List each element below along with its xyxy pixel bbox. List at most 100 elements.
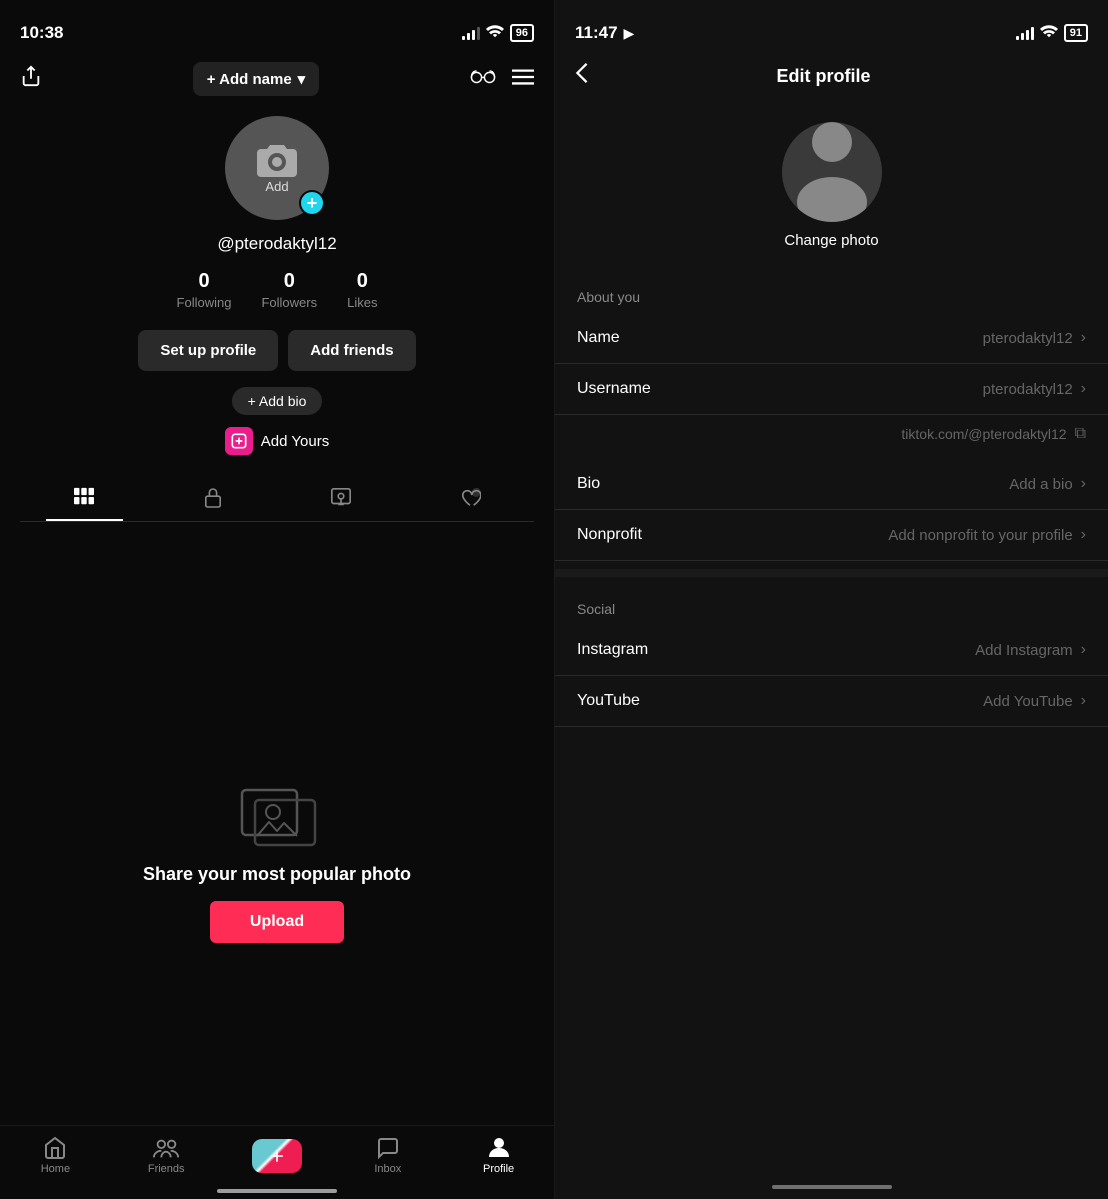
social-section-label: Social xyxy=(555,585,1108,625)
profile-icon xyxy=(487,1136,511,1160)
tab-videos[interactable] xyxy=(20,475,149,521)
instagram-field-row[interactable]: Instagram Add Instagram › xyxy=(555,625,1108,676)
time-left: 10:38 xyxy=(20,23,63,43)
bio-field-value-group: Add a bio › xyxy=(1009,475,1086,493)
name-field-label: Name xyxy=(577,329,620,347)
signal-icon xyxy=(462,26,480,40)
username-chevron-icon: › xyxy=(1081,380,1086,398)
home-indicator-right xyxy=(772,1185,892,1189)
status-icons-right: 91 xyxy=(1016,24,1088,42)
add-friends-button[interactable]: Add friends xyxy=(288,330,415,371)
nonprofit-field-value-group: Add nonprofit to your profile › xyxy=(888,526,1086,544)
username-display: @pterodaktyl12 xyxy=(217,234,336,254)
youtube-field-value: Add YouTube xyxy=(983,693,1073,710)
share-button[interactable] xyxy=(20,65,42,93)
content-tabs xyxy=(20,475,534,522)
tab-tagged[interactable] xyxy=(277,475,406,521)
add-name-button[interactable]: + Add name ▾ xyxy=(193,62,319,96)
add-yours-row[interactable]: Add Yours xyxy=(225,427,329,455)
photo-placeholder-icon xyxy=(237,778,317,848)
tiktok-url-text: tiktok.com/@pterodaktyl12 xyxy=(901,426,1066,442)
youtube-field-value-group: Add YouTube › xyxy=(983,692,1086,710)
status-bar-left: 10:38 96 xyxy=(0,0,554,52)
left-panel: 10:38 96 + Add name xyxy=(0,0,554,1199)
wifi-icon xyxy=(486,25,504,42)
add-photo-badge[interactable]: + xyxy=(299,190,325,216)
stats-row: 0 Following 0 Followers 0 Likes xyxy=(177,270,378,310)
nav-inbox-label: Inbox xyxy=(374,1163,401,1175)
upload-button[interactable]: Upload xyxy=(210,901,344,943)
nav-profile[interactable]: Profile xyxy=(469,1136,529,1175)
nonprofit-chevron-icon: › xyxy=(1081,526,1086,544)
top-nav-right: Edit profile xyxy=(555,52,1108,106)
glasses-icon-button[interactable] xyxy=(470,65,496,93)
friends-icon xyxy=(152,1136,180,1160)
menu-button[interactable] xyxy=(512,66,534,92)
about-section-label: About you xyxy=(555,273,1108,313)
back-button[interactable] xyxy=(575,62,589,90)
nav-home[interactable]: Home xyxy=(25,1136,85,1175)
status-icons-left: 96 xyxy=(462,24,534,42)
name-field-row[interactable]: Name pterodaktyl12 › xyxy=(555,313,1108,364)
battery-icon: 96 xyxy=(510,24,534,42)
home-icon xyxy=(43,1136,67,1160)
person-silhouette-icon xyxy=(782,122,882,222)
youtube-field-row[interactable]: YouTube Add YouTube › xyxy=(555,676,1108,727)
lock-icon xyxy=(204,487,222,509)
add-photo-label: Add xyxy=(265,179,288,194)
nav-create[interactable] xyxy=(247,1139,307,1173)
bio-chevron-icon: › xyxy=(1081,475,1086,493)
bio-field-value: Add a bio xyxy=(1009,476,1072,493)
bio-field-label: Bio xyxy=(577,475,600,493)
empty-content: Share your most popular photo Upload xyxy=(0,522,554,1199)
empty-content-title: Share your most popular photo xyxy=(143,864,411,885)
instagram-chevron-icon: › xyxy=(1081,641,1086,659)
avatar-edit-section: Change photo xyxy=(555,106,1108,273)
page-title-right: Edit profile xyxy=(777,66,871,87)
action-buttons: Set up profile Add friends xyxy=(138,330,415,371)
nav-friends[interactable]: Friends xyxy=(136,1136,196,1175)
heart-icon xyxy=(459,487,481,507)
username-field-value: pterodaktyl12 xyxy=(983,381,1073,398)
setup-profile-button[interactable]: Set up profile xyxy=(138,330,278,371)
avatar-container[interactable]: Add + xyxy=(225,116,329,220)
nav-friends-label: Friends xyxy=(148,1163,185,1175)
add-yours-icon xyxy=(225,427,253,455)
tab-liked[interactable] xyxy=(406,475,535,521)
change-photo-label[interactable]: Change photo xyxy=(784,232,878,249)
tiktok-url-row[interactable]: tiktok.com/@pterodaktyl12 ⧉ xyxy=(555,415,1108,459)
instagram-field-value-group: Add Instagram › xyxy=(975,641,1086,659)
followers-label: Followers xyxy=(261,295,317,310)
avatar-edit[interactable] xyxy=(782,122,882,222)
instagram-field-value: Add Instagram xyxy=(975,642,1073,659)
username-field-row[interactable]: Username pterodaktyl12 › xyxy=(555,364,1108,415)
likes-count: 0 xyxy=(357,270,368,293)
grid-icon xyxy=(73,487,95,507)
top-nav-left: + Add name ▾ xyxy=(0,52,554,106)
create-button[interactable] xyxy=(252,1139,302,1173)
bio-field-row[interactable]: Bio Add a bio › xyxy=(555,459,1108,510)
likes-stat[interactable]: 0 Likes xyxy=(347,270,377,310)
following-count: 0 xyxy=(198,270,209,293)
time-right: 11:47 xyxy=(575,23,618,43)
bottom-nav: Home Friends Inbox xyxy=(0,1125,554,1199)
youtube-field-label: YouTube xyxy=(577,692,640,710)
chevron-down-icon: ▾ xyxy=(298,70,306,88)
home-indicator-left xyxy=(217,1189,337,1193)
nonprofit-field-row[interactable]: Nonprofit Add nonprofit to your profile … xyxy=(555,510,1108,561)
following-stat[interactable]: 0 Following xyxy=(177,270,232,310)
copy-icon[interactable]: ⧉ xyxy=(1075,425,1086,443)
nav-inbox[interactable]: Inbox xyxy=(358,1136,418,1175)
followers-count: 0 xyxy=(284,270,295,293)
name-field-value: pterodaktyl12 xyxy=(983,330,1073,347)
tab-locked[interactable] xyxy=(149,475,278,521)
name-field-value-group: pterodaktyl12 › xyxy=(983,329,1086,347)
profile-section: Add + @pterodaktyl12 0 Following 0 Follo… xyxy=(0,106,554,522)
add-bio-button[interactable]: + Add bio xyxy=(232,387,323,415)
instagram-field-label: Instagram xyxy=(577,641,648,659)
tagged-icon xyxy=(330,487,352,509)
camera-icon xyxy=(257,143,297,177)
social-section-divider xyxy=(555,569,1108,577)
name-chevron-icon: › xyxy=(1081,329,1086,347)
followers-stat[interactable]: 0 Followers xyxy=(261,270,317,310)
